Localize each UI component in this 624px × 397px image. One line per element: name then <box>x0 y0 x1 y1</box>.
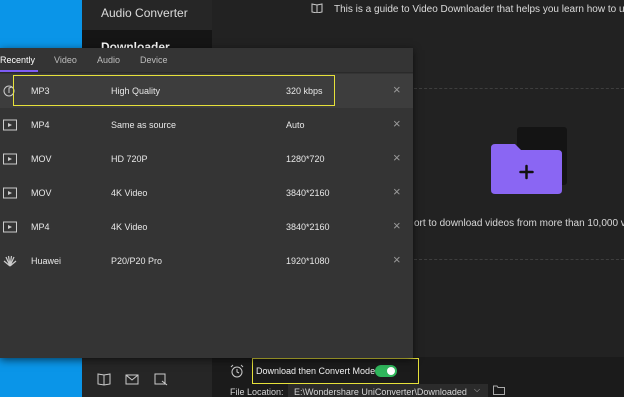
format-name: MOV <box>31 188 52 198</box>
format-name: Huawei <box>31 256 62 266</box>
format-spec: 1920*1080 <box>286 256 330 266</box>
file-location-value: E:\Wondershare UniConverter\Downloaded <box>294 387 467 397</box>
active-tab-indicator <box>0 70 38 72</box>
sidebar-item-audio-converter[interactable]: Audio Converter <box>101 6 188 20</box>
book-icon[interactable] <box>311 3 323 13</box>
tab-video[interactable]: Video <box>54 55 77 65</box>
video-icon <box>3 187 17 199</box>
format-quality: HD 720P <box>111 154 148 164</box>
download-convert-mode-label: Download then Convert Mode <box>256 366 376 376</box>
sidebar-footer <box>82 372 212 397</box>
book-icon[interactable] <box>97 372 111 386</box>
tab-audio[interactable]: Audio <box>97 55 120 65</box>
huawei-icon <box>3 255 17 267</box>
close-icon[interactable]: × <box>393 185 401 199</box>
support-description: ort to download videos from more than 10… <box>414 218 624 229</box>
tab-recently[interactable]: Recently <box>0 55 35 65</box>
format-spec: 3840*2160 <box>286 222 330 232</box>
format-quality: P20/P20 Pro <box>111 256 163 266</box>
video-icon <box>3 153 17 165</box>
format-quality: Same as source <box>111 120 177 130</box>
close-icon[interactable]: × <box>393 219 401 233</box>
format-spec: 3840*2160 <box>286 188 330 198</box>
mail-icon[interactable] <box>125 372 139 386</box>
format-quality: 4K Video <box>111 188 148 198</box>
selected-format-highlight <box>13 75 335 106</box>
close-icon[interactable]: × <box>393 253 401 267</box>
format-name: MP4 <box>31 222 50 232</box>
format-spec: Auto <box>286 120 305 130</box>
add-folder-icon[interactable] <box>491 144 562 194</box>
format-quality: 4K Video <box>111 222 148 232</box>
format-name: MP4 <box>31 120 50 130</box>
format-spec: 1280*720 <box>286 154 325 164</box>
feedback-icon[interactable] <box>154 372 168 386</box>
alarm-clock-icon[interactable] <box>230 364 244 378</box>
format-name: MOV <box>31 154 52 164</box>
format-row-mov-720p[interactable]: MOV HD 720P 1280*720 × <box>0 142 413 176</box>
format-row-mp4[interactable]: MP4 Same as source Auto × <box>0 108 413 142</box>
video-icon <box>3 221 17 233</box>
folder-icon[interactable] <box>493 385 505 395</box>
close-icon[interactable]: × <box>393 83 401 97</box>
format-row-huawei[interactable]: Huawei P20/P20 Pro 1920*1080 × <box>0 244 413 278</box>
download-convert-mode-toggle[interactable] <box>375 365 397 377</box>
tab-device[interactable]: Device <box>140 55 168 65</box>
format-row-mov-4k[interactable]: MOV 4K Video 3840*2160 × <box>0 176 413 210</box>
close-icon[interactable]: × <box>393 117 401 131</box>
format-row-mp4-4k[interactable]: MP4 4K Video 3840*2160 × <box>0 210 413 244</box>
video-icon <box>3 119 17 131</box>
guide-link[interactable]: This is a guide to Video Downloader that… <box>334 4 624 15</box>
sidebar-item-downloader[interactable]: Downloader <box>82 30 212 54</box>
close-icon[interactable]: × <box>393 151 401 165</box>
file-location-label: File Location: <box>230 387 284 397</box>
chevron-down-icon[interactable]: ⌵ <box>474 385 480 395</box>
format-tabs: Recently Video Audio Device <box>0 48 413 73</box>
